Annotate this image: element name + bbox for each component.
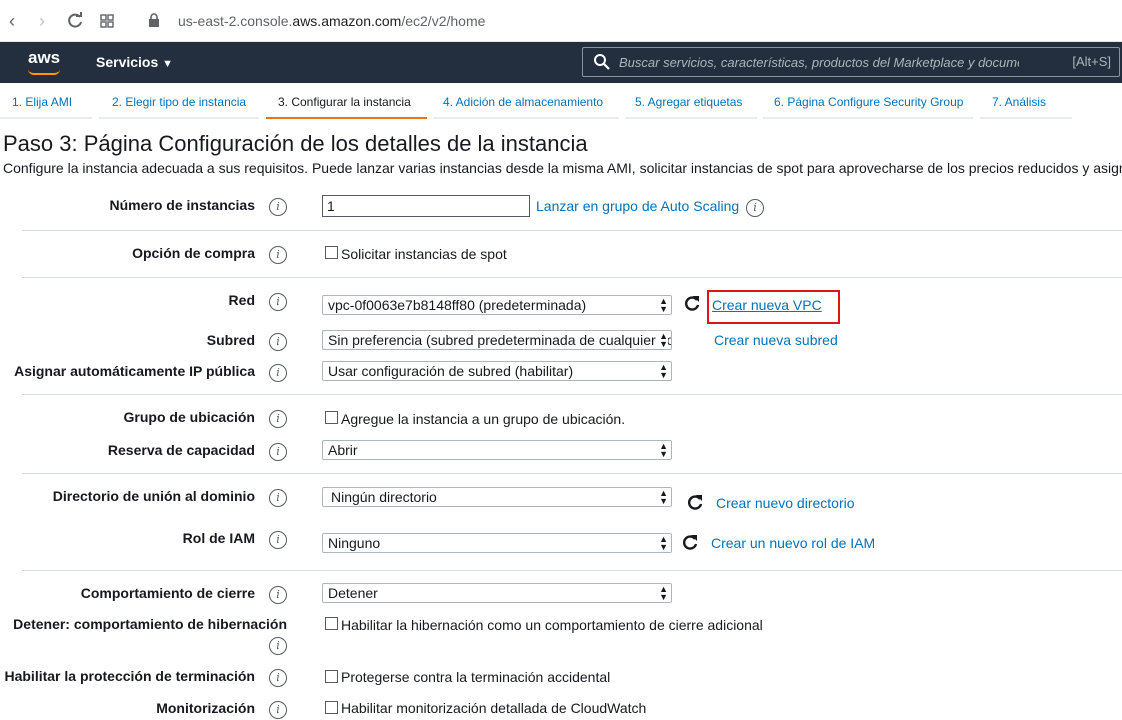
info-icon[interactable]: i [269,637,287,655]
divider [22,473,1122,474]
page-description: Configure la instancia adecuada a sus re… [3,160,1122,176]
subnet-label: Subred [206,332,255,348]
select-arrows-icon: ▲ ▼ [659,441,668,459]
refresh-icon[interactable] [686,493,704,511]
tab-review[interactable]: 7. Análisis [980,83,1072,119]
search-input[interactable]: Buscar servicios, características, produ… [582,47,1120,77]
termination-checkbox[interactable] [325,670,338,683]
instances-label: Número de instancias [109,197,256,213]
hibernate-checkbox[interactable] [325,617,338,630]
public-ip-label: Asignar automáticamente IP pública [14,363,255,379]
address-bar[interactable]: us-east-2.console.aws.amazon.com/ec2/v2/… [178,13,485,29]
select-arrows-icon: ▲ ▼ [659,296,668,314]
purchase-label: Opción de compra [132,245,255,261]
search-placeholder: Buscar servicios, características, produ… [619,55,1019,70]
spot-checkbox-label: Solicitar instancias de spot [341,246,507,262]
info-icon[interactable]: i [269,333,287,351]
monitoring-label: Monitorización [156,700,255,716]
divider [22,230,1122,231]
create-iam-role-link[interactable]: Crear un nuevo rol de IAM [711,535,875,551]
search-icon [594,54,610,70]
tab-security-group[interactable]: 6. Página Configure Security Group [763,83,973,119]
select-arrows-icon: ▲ ▼ [659,331,668,349]
tab-add-storage[interactable]: 4. Adición de almacenamiento [433,83,619,119]
info-icon[interactable]: i [269,443,287,461]
shutdown-label: Comportamiento de cierre [80,585,255,601]
monitoring-checkbox-label: Habilitar monitorización detallada de Cl… [341,700,647,716]
auto-scaling-link[interactable]: Lanzar en grupo de Auto Scaling [536,198,739,214]
placement-label: Grupo de ubicación [123,409,255,425]
refresh-icon[interactable] [681,533,699,551]
iam-role-select[interactable]: Ninguno ▲ ▼ [322,533,672,553]
info-icon[interactable]: i [269,364,287,382]
info-icon[interactable]: i [269,586,287,604]
domain-label: Directorio de unión al dominio [52,488,255,504]
aws-smile-icon [28,69,60,75]
domain-select[interactable]: Ningún directorio ▲ ▼ [322,487,672,507]
info-icon[interactable]: i [269,198,287,216]
hibernate-label: Detener: comportamiento de hibernación [13,616,287,632]
capacity-label: Reserva de capacidad [107,442,255,458]
termination-checkbox-label: Protegerse contra la terminación acciden… [341,669,611,685]
search-shortcut: [Alt+S] [1072,54,1111,69]
info-icon[interactable]: i [269,293,287,311]
instance-count-input[interactable]: 1 [322,195,530,217]
refresh-icon[interactable] [683,294,701,312]
create-subnet-link[interactable]: Crear nueva subred [714,332,838,348]
monitoring-checkbox[interactable] [325,701,338,714]
select-arrows-icon: ▲ ▼ [659,534,668,552]
tab-configure-instance[interactable]: 3. Configurar la instancia [266,83,427,119]
divider [22,394,1122,395]
info-icon[interactable]: i [269,531,287,549]
lock-icon [149,13,159,27]
tab-choose-ami[interactable]: 1. Elija AMI [0,83,92,119]
public-ip-select[interactable]: Usar configuración de subred (habilitar)… [322,361,672,381]
select-arrows-icon: ▲ ▼ [659,488,668,506]
services-menu[interactable]: Servicios ▼ [96,54,173,70]
info-icon[interactable]: i [746,199,764,217]
subnet-select[interactable]: Sin preferencia (subred predeterminada d… [322,330,672,350]
termination-label: Habilitar la protección de terminación [4,668,255,684]
iam-label: Rol de IAM [182,530,255,546]
placement-checkbox[interactable] [325,411,338,424]
reload-icon[interactable] [66,12,84,30]
info-icon[interactable]: i [269,489,287,507]
tab-add-tags[interactable]: 5. Agregar etiquetas [625,83,757,119]
create-vpc-link[interactable]: Crear nueva VPC [712,297,822,313]
network-label: Red [228,292,255,308]
aws-logo[interactable]: aws [28,48,60,68]
tab-instance-type[interactable]: 2. Elegir tipo de instancia [99,83,259,119]
page-title: Paso 3: Página Configuración de los deta… [3,131,588,156]
caret-down-icon: ▼ [162,58,174,70]
info-icon[interactable]: i [269,410,287,428]
info-icon[interactable]: i [269,701,287,719]
forward-icon[interactable]: › [32,10,52,32]
info-icon[interactable]: i [269,246,287,264]
back-icon[interactable]: ‹ [2,10,22,32]
capacity-select[interactable]: Abrir ▲ ▼ [322,440,672,460]
info-icon[interactable]: i [269,669,287,687]
select-arrows-icon: ▲ ▼ [659,584,668,602]
placement-checkbox-label: Agregue la instancia a un grupo de ubica… [341,411,626,427]
wizard-steps: 1. Elija AMI 2. Elegir tipo de instancia… [0,83,1122,121]
browser-toolbar: ‹ › us-east-2.console.aws.amazon.com/ec2… [0,0,1122,42]
divider [22,277,1122,278]
apps-icon[interactable] [100,14,114,28]
select-arrows-icon: ▲ ▼ [659,362,668,380]
create-directory-link[interactable]: Crear nuevo directorio [716,495,855,511]
spot-checkbox[interactable] [325,246,338,259]
divider [22,570,1122,571]
shutdown-select[interactable]: Detener ▲ ▼ [322,583,672,603]
hibernate-checkbox-label: Habilitar la hibernación como un comport… [341,617,763,633]
network-select[interactable]: vpc-0f0063e7b8148ff80 (predeterminada) ▲ ▼ [322,295,672,315]
